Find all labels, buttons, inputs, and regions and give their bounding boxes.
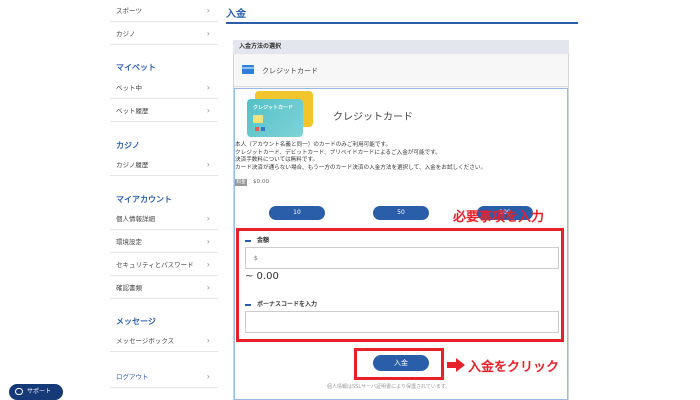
- sidebar-item-casino[interactable]: カジノ ›: [110, 23, 218, 45]
- logout-label: ログアウト: [116, 373, 149, 381]
- sidebar-item-label: 確認書類: [116, 284, 142, 292]
- sidebar-item-open-bets[interactable]: ベット中 ›: [110, 77, 218, 99]
- sidebar-item-documents[interactable]: 確認書類 ›: [110, 277, 218, 299]
- chevron-right-icon: ›: [206, 237, 210, 246]
- chat-bubble-icon: [15, 388, 23, 395]
- payment-method-credit-card[interactable]: クレジットカード: [234, 55, 568, 87]
- annotation-required-fields: 必要事項を入力: [453, 210, 545, 225]
- sidebar-item-bet-history[interactable]: ベット履歴 ›: [110, 100, 218, 122]
- fee-badge: 料金: [235, 179, 247, 186]
- chevron-right-icon: ›: [206, 83, 210, 92]
- sidebar-item-label: セキュリティとパスワード: [116, 261, 194, 269]
- sidebar-item-label: 個人情報詳細: [116, 215, 155, 223]
- sidebar-item-message-box[interactable]: メッセージボックス ›: [110, 330, 218, 352]
- sidebar-item-logout[interactable]: ログアウト ›: [110, 366, 218, 388]
- chevron-right-icon: ›: [206, 283, 210, 292]
- card-mark-icon: [261, 127, 265, 131]
- card-illustration: クレジットカード: [247, 99, 303, 137]
- chevron-right-icon: ›: [206, 260, 210, 269]
- chevron-right-icon: ›: [206, 372, 210, 381]
- payment-method-label: クレジットカード: [262, 67, 318, 75]
- sidebar-heading-mybet: マイベット: [116, 63, 156, 72]
- sidebar-item-casino-history[interactable]: カジノ履歴 ›: [110, 154, 218, 176]
- page-title: 入金: [226, 9, 246, 20]
- sidebar-item-sports[interactable]: スポーツ ›: [110, 0, 218, 22]
- chevron-right-icon: ›: [206, 106, 210, 115]
- amount-preset-50-button[interactable]: 50: [373, 206, 429, 220]
- sidebar-item-label: ベット履歴: [116, 107, 149, 115]
- sidebar-item-label: カジノ履歴: [116, 161, 149, 169]
- card-mark-icon: [255, 127, 259, 131]
- ssl-note: 個人情報はSSLサーバ証明書により保護されています。: [327, 384, 451, 390]
- sidebar-item-personal-details[interactable]: 個人情報詳細 ›: [110, 208, 218, 230]
- sidebar-heading-my-account: マイアカウント: [116, 195, 172, 204]
- sidebar-heading-casino: カジノ: [116, 141, 140, 150]
- description-line: 本人（アカウント名義と同一）のカードのみご利用可能です。: [235, 142, 392, 148]
- sidebar-item-security[interactable]: セキュリティとパスワード ›: [110, 254, 218, 276]
- chevron-right-icon: ›: [206, 6, 210, 15]
- chevron-right-icon: ›: [206, 336, 210, 345]
- sidebar-heading-messages: メッセージ: [116, 317, 156, 326]
- sidebar-item-label: メッセージボックス: [116, 337, 175, 345]
- amount-preset-10-button[interactable]: 10: [269, 206, 325, 220]
- highlight-deposit-button: [354, 348, 444, 380]
- description-line: カード決済が通らない場合、もう一方のカード決済の入金方法を選択して、入金をお試し…: [235, 164, 487, 171]
- card-chip-icon: [253, 115, 263, 123]
- title-divider: [226, 22, 578, 24]
- sidebar-item-label: ベット中: [116, 84, 142, 92]
- sidebar-item-label: カジノ: [116, 30, 136, 38]
- sidebar-item-label: 環境設定: [116, 238, 142, 246]
- card-illustration-label: クレジットカード: [253, 105, 294, 111]
- payment-description: 本人（アカウント名義と同一）のカードのみご利用可能です。 クレジットカード、デビ…: [235, 142, 565, 172]
- description-line: 決済手数料については無料です。: [235, 157, 319, 164]
- section-header: 入金方法の選択: [233, 40, 569, 54]
- highlight-required-fields: [236, 228, 564, 342]
- annotation-click-deposit: 入金をクリック: [468, 360, 560, 375]
- sidebar-item-preferences[interactable]: 環境設定 ›: [110, 231, 218, 253]
- payment-method-title: クレジットカード: [333, 112, 413, 123]
- credit-card-icon: [242, 65, 254, 74]
- chevron-right-icon: ›: [206, 214, 210, 223]
- support-label: サポート: [27, 388, 52, 395]
- support-chat-button[interactable]: サポート: [9, 384, 63, 400]
- chevron-right-icon: ›: [206, 29, 210, 38]
- sidebar-item-label: スポーツ: [116, 7, 142, 15]
- chevron-right-icon: ›: [206, 160, 210, 169]
- arrow-right-icon: [447, 358, 465, 372]
- fee-value: $0.00: [253, 179, 270, 185]
